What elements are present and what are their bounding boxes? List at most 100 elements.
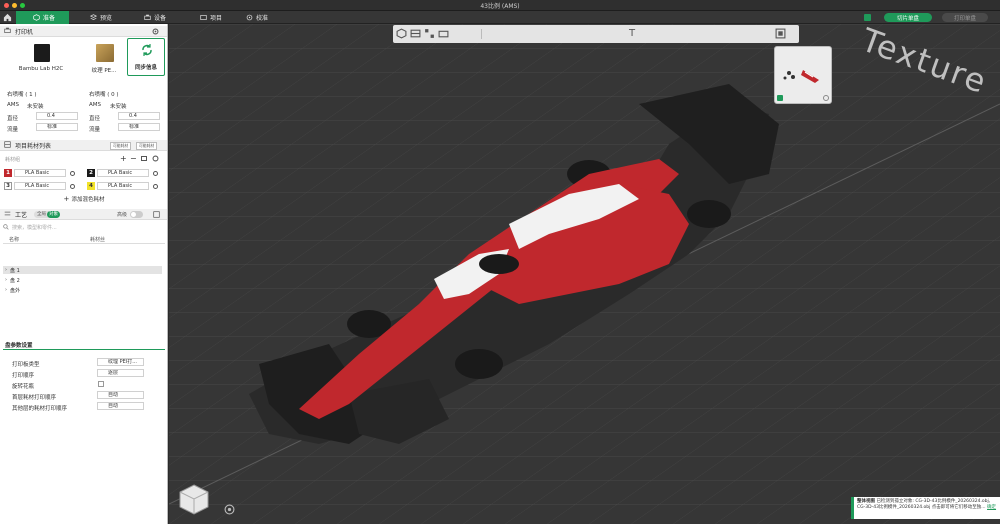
filament-4-edit-icon[interactable]: [153, 184, 158, 189]
add-plate-icon[interactable]: [410, 28, 421, 39]
right-diameter-select[interactable]: 0.4: [118, 112, 160, 120]
printer-settings-icon[interactable]: [152, 28, 159, 37]
printer-section-header: 打印机: [0, 26, 167, 37]
view-reset-icon[interactable]: [224, 504, 235, 517]
left-flow-select[interactable]: 标准: [36, 123, 78, 131]
filament-group-label: 耗材组: [5, 157, 21, 163]
plate-name: 纹理 PE...: [91, 68, 117, 74]
filament-3-select[interactable]: PLA Basic: [14, 182, 66, 190]
tree-expand-icon: ›: [5, 287, 7, 293]
project-icon: [200, 14, 207, 21]
printer-card[interactable]: Bambu Lab H2C: [4, 39, 78, 91]
filament-button-a[interactable]: 可能耗材: [110, 142, 132, 150]
left-flow-label: 流量: [7, 127, 19, 133]
filament-3-edit-icon[interactable]: [70, 184, 75, 189]
global-object-toggle[interactable]: 全局 对象: [34, 211, 60, 218]
object-search-input[interactable]: 搜索，模型和零件...: [3, 223, 165, 231]
plate-preview-image: [783, 70, 819, 83]
tab-prepare[interactable]: 准备: [16, 11, 69, 24]
filament-2-edit-icon[interactable]: [153, 171, 158, 176]
viewport-toolbar: T: [393, 25, 799, 43]
filament-1-edit-icon[interactable]: [70, 171, 75, 176]
filament-2-select[interactable]: PLA Basic: [97, 169, 149, 177]
left-diameter-select[interactable]: 0.4: [36, 112, 78, 120]
column-filament: 耗材丝: [90, 237, 106, 243]
plate-thumbnail[interactable]: [774, 46, 832, 104]
arrange-icon[interactable]: [424, 28, 435, 39]
title-bar: 43比例 (AMS): [0, 0, 1000, 11]
layers-icon: [89, 14, 98, 21]
process-section-header: 工艺 全局 对象 高级: [0, 209, 167, 220]
process-settings-icon[interactable]: [153, 211, 160, 220]
plate-type-label: 打印板类型: [12, 362, 40, 368]
search-icon: [3, 224, 9, 232]
sync-info-button[interactable]: 同步信息: [127, 38, 165, 76]
tree-item-plate-1[interactable]: › 盘 1: [3, 266, 162, 274]
plate-lock-icon[interactable]: [777, 95, 783, 101]
filament-3-chip[interactable]: 3: [4, 182, 12, 190]
remove-filament-icon[interactable]: −: [130, 154, 137, 163]
add-object-icon[interactable]: [396, 28, 407, 39]
filament-grid-icon[interactable]: [141, 156, 147, 161]
add-filament-icon[interactable]: +: [120, 154, 127, 163]
sync-icon: [140, 43, 154, 59]
other-layers-order-select[interactable]: 自动: [97, 402, 144, 410]
plus-icon: +: [63, 195, 72, 203]
plate-card[interactable]: 纹理 PE...: [84, 39, 124, 91]
filament-1-select[interactable]: PLA Basic: [14, 169, 66, 177]
view-toggle-icon[interactable]: [775, 28, 786, 39]
tab-calibration[interactable]: 校准: [236, 11, 282, 24]
orient-icon[interactable]: [438, 28, 449, 39]
home-icon[interactable]: [2, 12, 13, 23]
filament-button-b[interactable]: 可能耗材: [136, 142, 158, 150]
text-tool-icon[interactable]: T: [629, 28, 640, 39]
filament-1-chip[interactable]: 1: [4, 169, 12, 177]
right-flow-label: 流量: [89, 127, 101, 133]
tab-preview[interactable]: 预览: [80, 11, 122, 24]
print-sequence-label: 打印顺序: [12, 373, 35, 379]
advanced-toggle[interactable]: [130, 211, 143, 218]
tree-item-outside[interactable]: › 盘外: [3, 286, 162, 294]
view-cube[interactable]: [177, 482, 211, 516]
notification-body: 已检测到孤立对象: CG-3D-43比例模件_20260324.obj, CG-…: [857, 499, 991, 510]
tab-device[interactable]: 设备: [134, 11, 176, 24]
notification-link[interactable]: 确定: [987, 505, 996, 510]
right-flow-select[interactable]: 标准: [118, 123, 160, 131]
printer-name: Bambu Lab H2C: [18, 66, 64, 72]
top-nav: 准备 预览 设备 项目 校准 切片单盘 打印单盘: [0, 11, 1000, 24]
filament-list-icon: [4, 140, 11, 150]
left-ams-label: AMS: [7, 102, 19, 108]
print-plate-button[interactable]: 打印单盘: [942, 13, 988, 22]
target-icon: [246, 14, 253, 21]
filament-2-chip[interactable]: 2: [87, 169, 95, 177]
right-diameter-label: 直径: [89, 116, 101, 122]
filament-settings-icon[interactable]: [152, 155, 159, 164]
cube-icon: [33, 14, 40, 21]
tree-header-divider: [3, 243, 165, 244]
advanced-label: 高级: [117, 212, 128, 218]
tree-expand-icon: ›: [5, 267, 7, 273]
printer-image: [34, 44, 50, 62]
print-sequence-select[interactable]: 逐层: [97, 369, 144, 377]
first-layer-order-select[interactable]: 自动: [97, 391, 144, 399]
notification-toast: 整体视图 已检测到孤立对象: CG-3D-43比例模件_20260324.obj…: [851, 497, 1000, 519]
plate-type-select[interactable]: 纹理 PEI打...: [97, 358, 144, 366]
3d-viewport[interactable]: Texture: [169, 24, 1000, 524]
filament-4-chip[interactable]: 4: [87, 182, 95, 190]
notification-title: 整体视图: [857, 499, 875, 504]
add-mixed-filament-button[interactable]: + 添加混色耗材: [0, 195, 167, 204]
filament-section-header: 项目耗材列表 可能耗材 可能耗材: [0, 140, 167, 151]
left-ams-value: 未安装: [27, 104, 44, 110]
printer-icon: [4, 27, 11, 36]
left-diameter-label: 直径: [7, 116, 19, 122]
window-title: 43比例 (AMS): [480, 3, 520, 10]
tree-item-plate-2[interactable]: › 盘 2: [3, 276, 162, 284]
process-icon: [4, 210, 11, 219]
slice-settings-icon[interactable]: [864, 14, 871, 21]
plate-info-icon[interactable]: [823, 95, 829, 101]
column-name: 名称: [9, 237, 20, 243]
tab-project[interactable]: 项目: [190, 11, 232, 24]
filament-4-select[interactable]: PLA Basic: [97, 182, 149, 190]
spiral-vase-checkbox[interactable]: [98, 381, 104, 387]
slice-plate-button[interactable]: 切片单盘: [884, 13, 932, 22]
